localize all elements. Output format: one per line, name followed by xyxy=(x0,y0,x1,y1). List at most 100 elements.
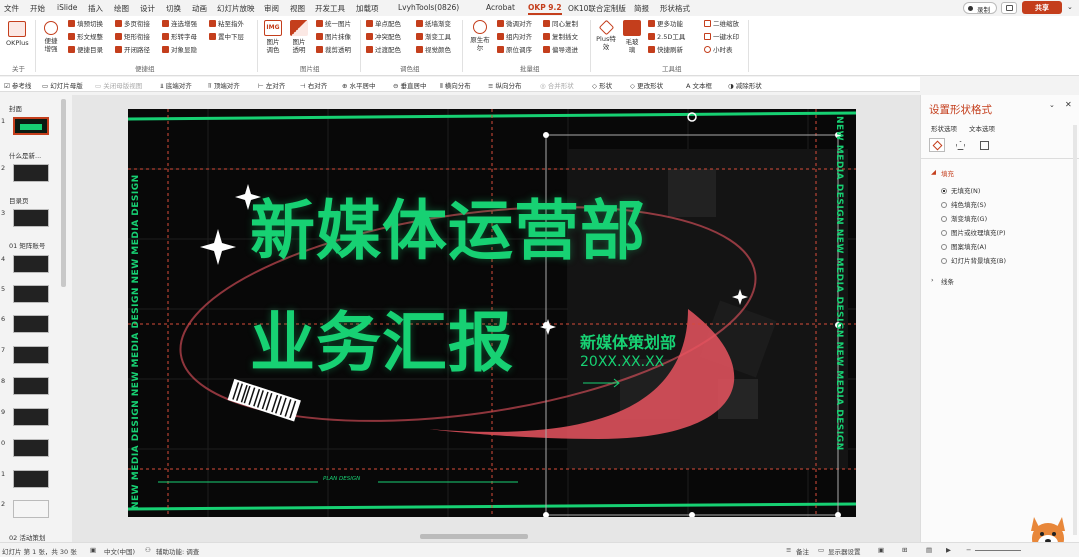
ribbon-item[interactable]: 开闭路径 xyxy=(115,46,150,55)
distribute-v-button[interactable]: ≡ 纵向分布 xyxy=(488,80,522,90)
tab-ok10[interactable]: OK10联合定制版 xyxy=(568,3,626,14)
fill-option[interactable]: 无填充(N) xyxy=(941,185,980,195)
image-color-button[interactable]: IMG 图片 调色 xyxy=(262,20,284,54)
align-top-button[interactable]: ⫪ 顶端对齐 xyxy=(208,80,240,91)
department-label[interactable]: 新媒体策划部 xyxy=(580,329,676,353)
chevron-down-icon[interactable]: ⌄ xyxy=(1067,3,1073,11)
slide-thumbnail[interactable] xyxy=(13,315,49,333)
accessibility-icon[interactable]: ⚇ xyxy=(145,546,151,554)
collapse-icon[interactable]: ◢ xyxy=(931,168,936,176)
ribbon-item[interactable]: 统一图片 xyxy=(316,20,351,29)
slide-thumbnail[interactable] xyxy=(13,209,49,227)
plus-effect-button[interactable]: Plus特 效 xyxy=(594,19,618,51)
normal-view-icon[interactable]: ▣ xyxy=(878,546,884,554)
section-header[interactable]: 封面 xyxy=(9,103,22,113)
slide-thumbnail[interactable] xyxy=(13,377,49,395)
tab-slideshow[interactable]: 幻灯片放映 xyxy=(217,3,255,14)
tab-brief[interactable]: 简报 xyxy=(634,3,649,14)
slide-title-line1[interactable]: 新媒体运营部 xyxy=(250,197,646,267)
section-header[interactable]: 02 活动策划 xyxy=(9,532,45,542)
ribbon-item[interactable]: 一键水印 xyxy=(704,33,739,42)
tab-draw[interactable]: 绘图 xyxy=(114,3,129,14)
ribbon-item[interactable]: 形转字母 xyxy=(162,33,197,42)
okplus-button[interactable]: OKPlus xyxy=(6,21,29,47)
guides-checkbox[interactable]: ☑ 参考线 xyxy=(4,80,31,90)
chevron-down-icon[interactable]: ⌄ xyxy=(1049,101,1055,109)
tab-acrobat[interactable]: Acrobat xyxy=(486,3,515,12)
convenient-enhance-button[interactable]: 便捷 增强 xyxy=(40,21,62,53)
selection-handle[interactable] xyxy=(543,132,549,138)
fill-section-header[interactable]: 填充 xyxy=(941,168,954,178)
ribbon-item[interactable]: 更多功能 xyxy=(648,20,683,29)
tab-lvyhtools[interactable]: LvyhTools(0826) xyxy=(398,3,459,12)
slide-thumbnail[interactable] xyxy=(13,439,49,457)
spellcheck-icon[interactable]: ▣ xyxy=(90,546,96,554)
change-shape-button[interactable]: ◇ 更改形状 xyxy=(630,80,663,90)
tab-review[interactable]: 审阅 xyxy=(264,3,279,14)
tab-shape-options[interactable]: 形状选项 xyxy=(931,123,957,133)
tab-home[interactable]: 开始 xyxy=(30,3,45,14)
accessibility-status[interactable]: 辅助功能: 调查 xyxy=(156,546,199,556)
section-header[interactable]: 目录页 xyxy=(9,195,29,205)
fill-option[interactable]: 幻灯片背景填充(B) xyxy=(941,255,1006,265)
tab-transition[interactable]: 切换 xyxy=(166,3,181,14)
ribbon-item[interactable]: 便捷目录 xyxy=(68,46,103,55)
notes-icon[interactable]: ≡ xyxy=(786,546,791,554)
ribbon-item[interactable]: 偏导递进 xyxy=(543,46,578,55)
size-icon[interactable] xyxy=(980,141,989,150)
tab-okp[interactable]: OKP 9.2 xyxy=(528,3,562,15)
ribbon-item[interactable]: 图片抹像 xyxy=(316,33,351,42)
image-transparent-button[interactable]: 图片 透明 xyxy=(288,20,310,54)
tab-islide[interactable]: iSlide xyxy=(57,3,77,12)
ribbon-item[interactable]: 原位调序 xyxy=(497,46,532,55)
ribbon-item[interactable]: 二维缩放 xyxy=(704,20,739,29)
section-header[interactable]: 01 矩阵账号 xyxy=(9,240,45,250)
reading-view-icon[interactable]: ▤ xyxy=(926,546,932,554)
tab-view[interactable]: 视图 xyxy=(290,3,305,14)
ribbon-item[interactable]: 多页衔接 xyxy=(115,20,150,29)
tab-animation[interactable]: 动画 xyxy=(192,3,207,14)
textbox-button[interactable]: A 文本框 xyxy=(686,80,712,90)
align-left-button[interactable]: ⊢ 左对齐 xyxy=(258,80,285,90)
ribbon-item[interactable]: 同心复制 xyxy=(543,20,578,29)
ribbon-item[interactable]: 置中下层 xyxy=(209,33,244,42)
slideshow-icon[interactable]: ▶ xyxy=(946,546,951,554)
fill-option[interactable]: 渐变填充(G) xyxy=(941,213,987,223)
pane-scrollbar[interactable] xyxy=(1073,125,1077,535)
close-icon[interactable]: ✕ xyxy=(1065,100,1072,109)
slide-thumbnail[interactable] xyxy=(13,255,49,273)
ribbon-item[interactable]: 冲突配色 xyxy=(366,33,401,42)
section-header[interactable]: 什么是新... xyxy=(9,150,41,160)
slide-title-line2[interactable]: 业务汇报 xyxy=(250,309,514,379)
ribbon-item[interactable]: 小时表 xyxy=(704,46,733,55)
ribbon-item[interactable]: 连选增强 xyxy=(162,20,197,29)
ribbon-item[interactable]: 单点配色 xyxy=(366,20,401,29)
display-icon[interactable]: ▭ xyxy=(818,546,824,554)
share-button[interactable]: 共享 xyxy=(1022,1,1062,14)
boolean-button[interactable]: 原生布 尔 xyxy=(467,20,493,52)
fill-option[interactable]: 图案填充(A) xyxy=(941,241,987,251)
shapes-button[interactable]: ◇ 形状 xyxy=(592,80,612,90)
tab-shape-format[interactable]: 形状格式 xyxy=(660,3,690,14)
slide-canvas[interactable]: 新媒体运营部 业务汇报 新媒体策划部 20XX.XX.XX PLAN DESIG… xyxy=(128,109,856,517)
tab-developer[interactable]: 开发工具 xyxy=(315,3,345,14)
merge-shapes-button[interactable]: ◎ 合并形状 xyxy=(540,80,574,90)
expand-icon[interactable]: › xyxy=(931,276,934,284)
ribbon-item[interactable]: 视觉颜色 xyxy=(416,46,451,55)
ribbon-item[interactable]: 2.5D工具 xyxy=(648,33,685,42)
zoom-slider[interactable] xyxy=(975,550,1021,551)
slide-thumbnail[interactable] xyxy=(13,408,49,426)
fill-option[interactable]: 图片或纹理填充(P) xyxy=(941,227,1006,237)
slide-thumbnail[interactable] xyxy=(13,164,49,182)
record-button[interactable]: 录制 xyxy=(963,2,997,14)
selection-handle[interactable] xyxy=(543,322,549,328)
display-settings-button[interactable]: 显示器设置 xyxy=(828,546,861,556)
subtract-shape-button[interactable]: ◑ 减除形状 xyxy=(728,80,762,90)
slide-thumbnail[interactable] xyxy=(13,346,49,364)
ribbon-item[interactable]: 组内对齐 xyxy=(497,33,532,42)
close-master-button[interactable]: ▭ 关闭母版视图 xyxy=(95,80,142,90)
ribbon-item[interactable]: 形文规整 xyxy=(68,33,103,42)
tab-text-options[interactable]: 文本选项 xyxy=(969,123,995,133)
comments-button[interactable] xyxy=(1001,2,1017,14)
ribbon-item[interactable]: 矩形衔接 xyxy=(115,33,150,42)
